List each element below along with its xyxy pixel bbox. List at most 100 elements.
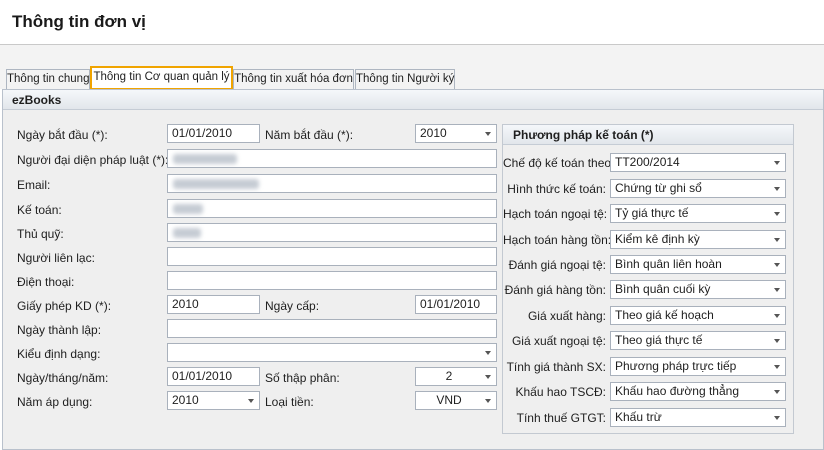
inventory-valuation-select[interactable]: Bình quân cuối kỳ [610, 280, 786, 299]
accountant-field[interactable] [167, 199, 497, 218]
business-license-label: Giấy phép KD (*): [17, 299, 112, 313]
chevron-down-icon [774, 288, 780, 292]
tab-invoice-info[interactable]: Thông tin xuất hóa đơn [233, 69, 354, 90]
start-year-label: Năm bắt đầu (*): [265, 128, 354, 142]
foreign-currency-valuation-select[interactable]: Bình quân liên hoàn [610, 255, 786, 274]
decimal-places-label: Số thập phân: [265, 371, 340, 385]
foreign-currency-accounting-select[interactable]: Tỷ giá thực tế [610, 204, 786, 223]
accounting-method-title: Phương pháp kế toán (*) [513, 128, 654, 142]
chevron-down-icon [774, 263, 780, 267]
redacted-text [173, 154, 237, 164]
vat-method-label: Tính thuế GTGT: [516, 411, 606, 425]
tab-bar: Thông tin chung Thông tin Cơ quan quản l… [0, 45, 824, 90]
inventory-accounting-label: Hạch toán hàng tồn: [503, 233, 612, 247]
redacted-text [173, 179, 259, 189]
production-costing-label: Tính giá thành SX: [506, 360, 606, 374]
foreign-currency-issue-price-label: Giá xuất ngoại tệ: [511, 334, 606, 348]
format-type-label: Kiểu định dạng: [17, 347, 101, 361]
contact-person-field[interactable] [167, 247, 497, 266]
phone-field[interactable] [167, 271, 497, 290]
chevron-down-icon [774, 161, 780, 165]
inventory-accounting-value: Kiểm kê định kỳ [615, 232, 700, 246]
goods-issue-price-select[interactable]: Theo giá kế hoạch [610, 306, 786, 325]
chevron-down-icon [485, 375, 491, 379]
inventory-accounting-select[interactable]: Kiểm kê định kỳ [610, 230, 786, 249]
issue-date-label: Ngày cấp: [265, 299, 320, 313]
chevron-down-icon [485, 132, 491, 136]
phone-label: Điện thoại: [17, 275, 75, 289]
accounting-method-header: Phương pháp kế toán (*) [503, 125, 793, 145]
accounting-regime-value: TT200/2014 [615, 155, 680, 169]
page-title: Thông tin đơn vị [12, 12, 146, 31]
chevron-down-icon [774, 365, 780, 369]
goods-issue-price-label: Giá xuất hàng: [527, 309, 606, 323]
inventory-valuation-value: Bình quân cuối kỳ [615, 282, 711, 296]
chevron-down-icon [485, 351, 491, 355]
chevron-down-icon [774, 238, 780, 242]
depreciation-value: Khấu hao đường thẳng [615, 384, 740, 398]
redacted-text [173, 228, 201, 238]
chevron-down-icon [774, 339, 780, 343]
start-year-value: 2010 [420, 126, 447, 140]
legal-representative-field[interactable] [167, 149, 497, 168]
treasurer-field[interactable] [167, 223, 497, 242]
apply-year-select[interactable]: 2010 [167, 391, 260, 410]
currency-value: VND [436, 393, 462, 407]
production-costing-select[interactable]: Phương pháp trực tiếp [610, 357, 786, 376]
legal-representative-label: Người đại diện pháp luật (*): [17, 153, 169, 167]
founding-date-field[interactable] [167, 319, 497, 338]
tab-signer-info[interactable]: Thông tin Người ký [355, 69, 455, 90]
currency-label: Loại tiền: [265, 395, 314, 409]
chevron-down-icon [774, 416, 780, 420]
tab-management-agency[interactable]: Thông tin Cơ quan quản lý [90, 66, 233, 90]
apply-year-value: 2010 [172, 393, 199, 407]
foreign-currency-accounting-label: Hạch toán ngoại tệ: [503, 207, 608, 221]
panel-header: ezBooks [3, 90, 823, 110]
ezbooks-panel: ezBooks Ngày bắt đầu (*): 01/01/2010 Năm… [2, 89, 824, 450]
accountant-label: Kế toán: [17, 203, 62, 217]
depreciation-select[interactable]: Khấu hao đường thẳng [610, 382, 786, 401]
founding-date-label: Ngày thành lập: [17, 323, 102, 337]
foreign-currency-issue-price-value: Theo giá thực tế [615, 333, 703, 347]
goods-issue-price-value: Theo giá kế hoạch [615, 308, 714, 322]
treasurer-label: Thủ quỹ: [17, 227, 64, 241]
date-format-label: Ngày/tháng/năm: [17, 371, 109, 385]
inventory-valuation-label: Đánh giá hàng tồn: [504, 283, 606, 297]
chevron-down-icon [774, 212, 780, 216]
accounting-regime-label: Chế độ kế toán theo: [503, 156, 615, 170]
foreign-currency-valuation-value: Bình quân liên hoàn [615, 257, 722, 271]
email-label: Email: [17, 178, 51, 192]
foreign-currency-accounting-value: Tỷ giá thực tế [615, 206, 689, 220]
email-field[interactable] [167, 174, 497, 193]
issue-date-field[interactable]: 01/01/2010 [415, 295, 497, 314]
page-header: Thông tin đơn vị [0, 0, 824, 45]
apply-year-label: Năm áp dụng: [17, 395, 93, 409]
start-year-select[interactable]: 2010 [415, 124, 497, 143]
business-license-field[interactable]: 2010 [167, 295, 260, 314]
foreign-currency-issue-price-select[interactable]: Theo giá thực tế [610, 331, 786, 350]
chevron-down-icon [485, 399, 491, 403]
depreciation-label: Khấu hao TSCĐ: [515, 385, 607, 399]
accounting-regime-select[interactable]: TT200/2014 [610, 153, 786, 172]
start-date-label: Ngày bắt đầu (*): [17, 128, 108, 142]
accounting-form-label: Hình thức kế toán: [507, 182, 606, 196]
redacted-text [173, 204, 203, 214]
format-type-select[interactable] [167, 343, 497, 362]
chevron-down-icon [774, 390, 780, 394]
accounting-form-select[interactable]: Chứng từ ghi sổ [610, 179, 786, 198]
chevron-down-icon [248, 399, 254, 403]
vat-method-select[interactable]: Khấu trừ [610, 408, 786, 427]
start-date-field[interactable]: 01/01/2010 [167, 124, 260, 143]
date-format-field[interactable]: 01/01/2010 [167, 367, 260, 386]
decimal-places-select[interactable]: 2 [415, 367, 497, 386]
vat-method-value: Khấu trừ [615, 410, 662, 424]
accounting-form-value: Chứng từ ghi sổ [615, 181, 702, 195]
panel-title: ezBooks [12, 93, 62, 107]
currency-select[interactable]: VND [415, 391, 497, 410]
foreign-currency-valuation-label: Đánh giá ngoại tệ: [508, 258, 606, 272]
tab-general-info[interactable]: Thông tin chung [6, 69, 90, 90]
accounting-method-group: Phương pháp kế toán (*) Chế độ kế toán t… [502, 124, 794, 434]
chevron-down-icon [774, 314, 780, 318]
production-costing-value: Phương pháp trực tiếp [615, 359, 737, 373]
chevron-down-icon [774, 187, 780, 191]
